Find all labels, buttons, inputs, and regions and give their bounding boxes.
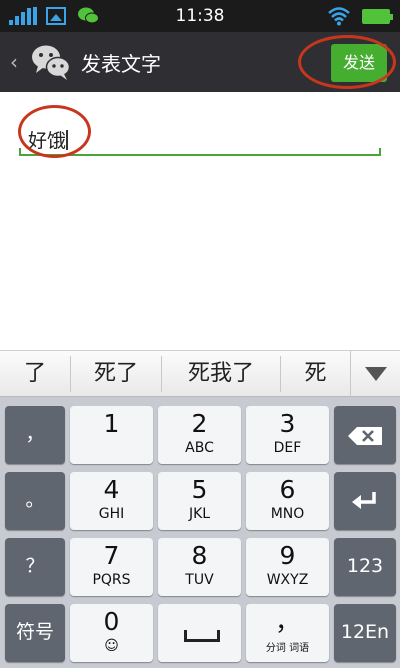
wifi-icon (328, 7, 350, 26)
key-letters: DEF (273, 440, 302, 456)
key-label: 123 (346, 555, 384, 577)
key-label: 符号 (15, 621, 54, 643)
key-4[interactable]: 4 GHI (70, 472, 153, 530)
key-letters: WXYZ (266, 572, 309, 588)
backspace-icon (348, 427, 382, 445)
status-bar: 11:38 (0, 0, 400, 32)
keyboard: ， 1 2 ABC 3 DEF 。 4 GHI 5 JKL 6 MNO ？ 7 … (0, 397, 400, 668)
key-1[interactable]: 1 (70, 406, 153, 464)
key-label: ， (25, 423, 45, 445)
key-2[interactable]: 2 ABC (158, 406, 241, 464)
key-sublabel: 分词 词语 (265, 643, 310, 654)
key-period[interactable]: 。 (5, 472, 65, 530)
key-number: 0 (103, 607, 120, 636)
composer-area[interactable]: 好饿 (0, 92, 400, 350)
field-edge-right (379, 148, 381, 156)
candidate-item[interactable]: 死 (281, 351, 350, 397)
key-letters: PQRS (92, 572, 131, 588)
key-label: ？ (25, 555, 45, 577)
key-segment[interactable]: ， 分词 词语 (246, 604, 329, 662)
wechat-logo-icon (32, 45, 71, 80)
key-number: 3 (279, 409, 296, 438)
key-number: 6 (279, 475, 296, 504)
key-letters: ABC (185, 440, 214, 456)
key-comma[interactable]: ， (5, 406, 65, 464)
key-number: 9 (279, 541, 296, 570)
key-number: ， (274, 607, 300, 636)
key-number: 1 (103, 409, 120, 438)
key-letters: JKL (188, 506, 211, 522)
key-number: 8 (191, 541, 208, 570)
key-5[interactable]: 5 JKL (158, 472, 241, 530)
enter-key[interactable] (334, 472, 396, 530)
key-3[interactable]: 3 DEF (246, 406, 329, 464)
backspace-key[interactable] (334, 406, 396, 464)
key-9[interactable]: 9 WXYZ (246, 538, 329, 596)
key-number: 2 (191, 409, 208, 438)
field-edge-left (19, 148, 21, 156)
key-number: 7 (103, 541, 120, 570)
candidate-bar: 了 死了 死我了 死 (0, 350, 400, 397)
numeric-mode-key[interactable]: 123 (334, 538, 396, 596)
key-number: 4 (103, 475, 120, 504)
space-icon (184, 630, 220, 642)
key-label: 。 (25, 489, 45, 511)
key-question[interactable]: ？ (5, 538, 65, 596)
space-key[interactable] (158, 604, 241, 662)
key-letters: TUV (185, 572, 214, 588)
key-7[interactable]: 7 PQRS (70, 538, 153, 596)
highlight-circle (18, 105, 91, 158)
page-title: 发表文字 (81, 52, 161, 76)
battery-icon (362, 9, 393, 24)
candidate-item[interactable]: 了 (0, 351, 70, 397)
key-number: 5 (191, 475, 208, 504)
back-icon[interactable]: ‹ (10, 50, 18, 74)
enter-icon (352, 492, 376, 509)
key-label: 12En (340, 621, 390, 643)
key-6[interactable]: 6 MNO (246, 472, 329, 530)
key-letters: GHI (98, 506, 125, 522)
key-letters: MNO (270, 506, 305, 522)
key-0[interactable]: 0 ☺ (70, 604, 153, 662)
key-8[interactable]: 8 TUV (158, 538, 241, 596)
symbols-key[interactable]: 符号 (5, 604, 65, 662)
title-bar: ‹ 发表文字 发送 (0, 32, 400, 92)
language-switch-key[interactable]: 12En (334, 604, 396, 662)
highlight-circle (298, 35, 396, 89)
collapse-candidates-icon[interactable] (350, 351, 400, 397)
candidate-item[interactable]: 死了 (71, 351, 161, 397)
smiley-icon: ☺ (104, 638, 119, 654)
candidate-item[interactable]: 死我了 (162, 351, 280, 397)
